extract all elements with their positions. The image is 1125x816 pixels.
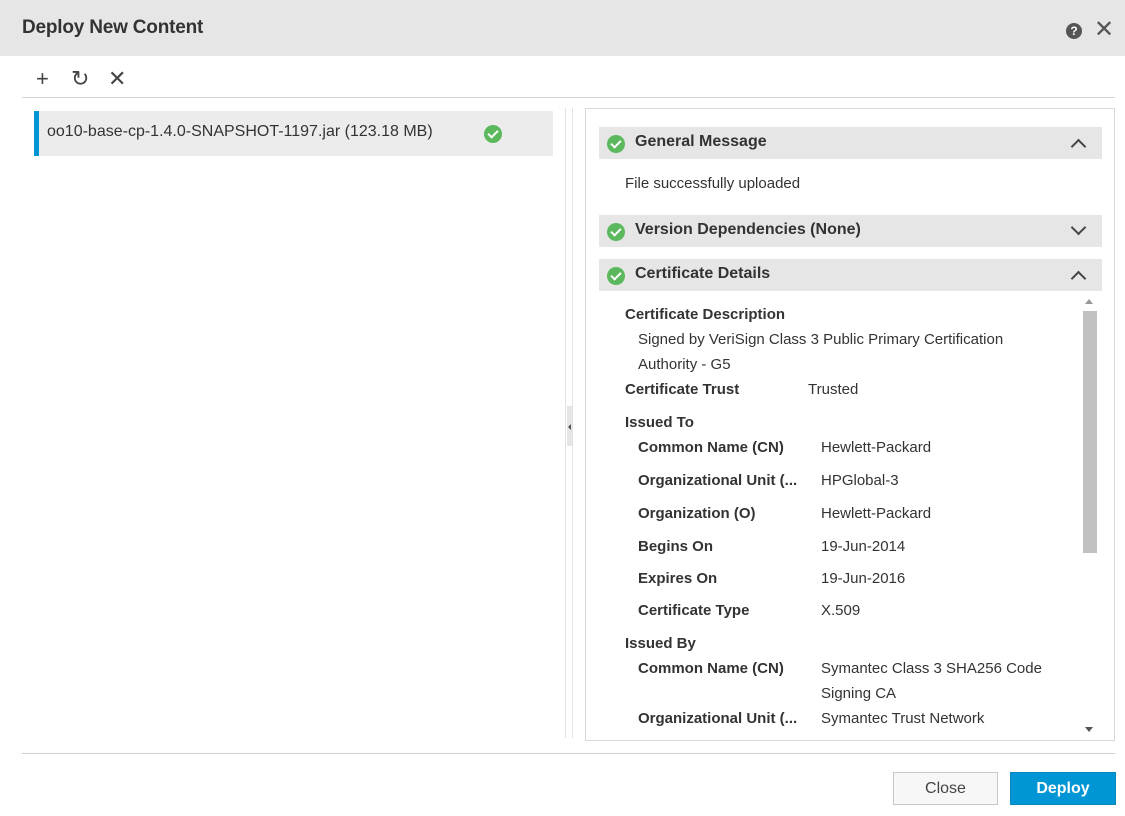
version-dependencies-header[interactable]: Version Dependencies (None) <box>599 215 1102 247</box>
general-message-header[interactable]: General Message <box>599 127 1102 159</box>
issued-to-label: Expires On <box>638 570 718 587</box>
issued-to-value: HPGlobal-3 <box>821 472 899 489</box>
certificate-details-header[interactable]: Certificate Details <box>599 259 1102 291</box>
certificate-description-line: Authority - G5 <box>638 356 731 373</box>
add-icon[interactable]: + <box>36 67 49 91</box>
certificate-trust-value: Trusted <box>808 381 859 398</box>
scroll-down-arrow-icon[interactable] <box>1085 727 1093 732</box>
issued-to-value: 19-Jun-2014 <box>821 538 906 555</box>
remove-icon[interactable]: ✕ <box>108 67 126 91</box>
success-check-icon <box>607 223 625 241</box>
refresh-icon[interactable]: ↻ <box>71 67 89 91</box>
certificate-trust-label: Certificate Trust <box>625 381 740 398</box>
certificate-details-body: Certificate Description Signed by VeriSi… <box>599 293 1102 740</box>
pane-splitter[interactable] <box>565 108 573 738</box>
section-title: Version Dependencies (None) <box>635 221 861 238</box>
general-message-text: File successfully uploaded <box>625 175 801 192</box>
deploy-button[interactable]: Deploy <box>1010 772 1116 805</box>
close-dialog-icon[interactable]: ✕ <box>1094 18 1114 42</box>
issued-by-value: Symantec Class 3 SHA256 Code <box>821 660 1042 677</box>
certificate-description-label: Certificate Description <box>625 306 786 323</box>
issued-by-value: Signing CA <box>821 685 897 702</box>
issued-to-label: Common Name (CN) <box>638 439 784 456</box>
chevron-down-icon[interactable] <box>1070 219 1087 236</box>
issued-by-label: Organizational Unit (... <box>638 710 798 727</box>
scroll-up-arrow-icon[interactable] <box>1085 299 1093 304</box>
issued-by-label: Common Name (CN) <box>638 660 784 677</box>
chevron-up-icon[interactable] <box>1070 270 1087 287</box>
help-icon[interactable]: ? <box>1066 23 1082 39</box>
issued-to-label: Certificate Type <box>638 602 750 619</box>
chevron-up-icon[interactable] <box>1070 138 1087 155</box>
issued-to-value: 19-Jun-2016 <box>821 570 906 587</box>
success-check-icon <box>607 267 625 285</box>
issued-to-value: X.509 <box>821 602 861 619</box>
success-check-icon <box>607 135 625 153</box>
file-name: oo10-base-cp-1.4.0-SNAPSHOT-1197.jar (12… <box>47 123 433 140</box>
success-check-icon <box>484 125 502 143</box>
close-button[interactable]: Close <box>893 772 998 805</box>
issued-to-label: Organizational Unit (... <box>638 472 798 489</box>
issued-to-value: Hewlett-Packard <box>821 505 932 522</box>
dialog-title: Deploy New Content <box>22 17 204 38</box>
issued-by-value: Symantec Trust Network <box>821 710 985 727</box>
collapse-handle-icon[interactable] <box>567 406 572 446</box>
file-list: oo10-base-cp-1.4.0-SNAPSHOT-1197.jar (12… <box>22 98 562 738</box>
issued-to-value: Hewlett-Packard <box>821 439 932 456</box>
certificate-description-line: Signed by VeriSign Class 3 Public Primar… <box>638 331 1004 348</box>
footer-divider <box>22 753 1115 754</box>
file-list-item[interactable]: oo10-base-cp-1.4.0-SNAPSHOT-1197.jar (12… <box>34 111 553 156</box>
issued-to-label: Organization (O) <box>638 505 756 522</box>
issued-to-heading: Issued To <box>625 414 694 431</box>
details-scrollbar[interactable] <box>1080 293 1098 740</box>
section-title: Certificate Details <box>635 265 771 282</box>
issued-by-heading: Issued By <box>625 635 696 652</box>
issued-to-label: Begins On <box>638 538 714 555</box>
toolbar: + ↻ ✕ <box>22 64 1115 98</box>
section-title: General Message <box>635 133 767 150</box>
scroll-thumb[interactable] <box>1083 311 1097 553</box>
details-panel: General Message File successfully upload… <box>585 108 1115 741</box>
dialog-titlebar: Deploy New Content ? ✕ <box>0 0 1125 56</box>
